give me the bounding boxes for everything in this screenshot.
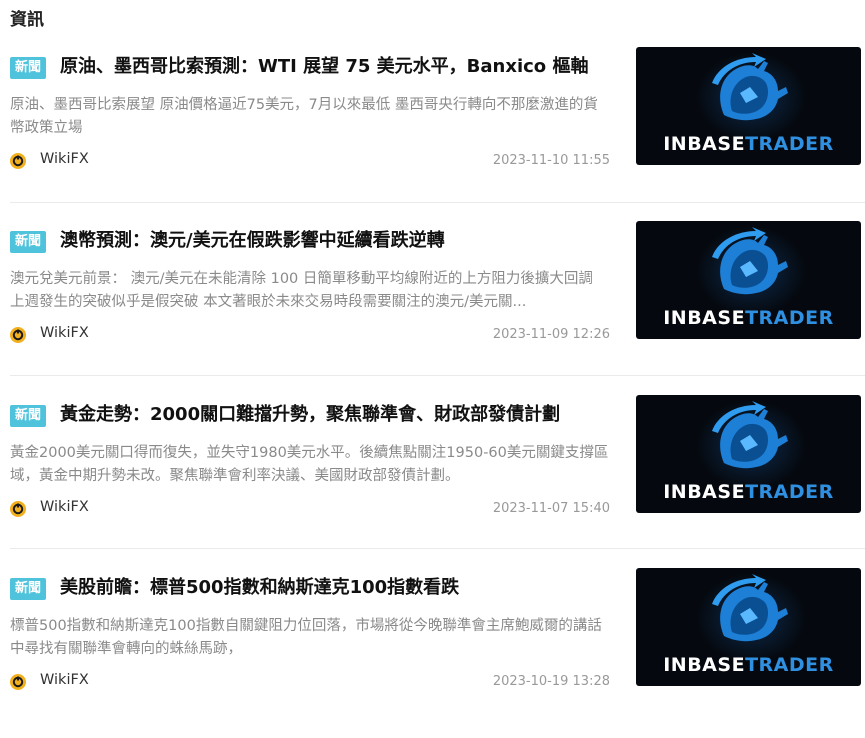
publish-date: 2023-11-09 12:26 [492, 327, 610, 342]
publish-date: 2023-11-10 11:55 [492, 153, 610, 168]
article-item[interactable]: 新聞 美股前瞻：標普500指數和納斯達克100指數看跌 標普500指數和納斯達克… [0, 568, 865, 738]
article-title[interactable]: 澳幣預測：澳元/美元在假跌影響中延續看跌逆轉 [60, 228, 630, 254]
article-divider [10, 375, 865, 376]
news-tag: 新聞 [10, 578, 47, 600]
article-thumbnail[interactable]: INBASETRADER [636, 47, 861, 165]
article-item[interactable]: 新聞 黃金走勢：2000關口難擋升勢，聚焦聯準會、財政部發債計劃 黃金2000美… [0, 395, 865, 565]
bull-logo-icon [712, 227, 788, 295]
article-title[interactable]: 黃金走勢：2000關口難擋升勢，聚焦聯準會、財政部發債計劃 [60, 402, 630, 428]
section-title: 資訊 [10, 10, 44, 30]
news-tag: 新聞 [10, 405, 47, 427]
source-name[interactable]: WikiFX [40, 151, 89, 167]
wikifx-source-icon [10, 501, 26, 517]
brand-part-1: INBASE [663, 307, 746, 329]
article-title[interactable]: 美股前瞻：標普500指數和納斯達克100指數看跌 [60, 575, 630, 601]
article-thumbnail[interactable]: INBASETRADER [636, 221, 861, 339]
brand-part-2: TRADER [745, 481, 834, 503]
bull-logo-icon [712, 401, 788, 469]
brand-part-1: INBASE [663, 481, 746, 503]
brand-part-2: TRADER [745, 654, 834, 676]
article-item[interactable]: 新聞 澳幣預測：澳元/美元在假跌影響中延續看跌逆轉 澳元兌美元前景： 澳元/美元… [0, 221, 865, 391]
source-name[interactable]: WikiFX [40, 325, 89, 341]
article-divider [10, 202, 865, 203]
article-summary: 標普500指數和納斯達克100指數自關鍵阻力位回落，市場將從今晚聯準會主席鮑威爾… [10, 618, 602, 657]
thumbnail-brand-text: INBASETRADER [636, 654, 861, 676]
article-title[interactable]: 原油、墨西哥比索預測：WTI 展望 75 美元水平，Banxico 樞軸 [60, 54, 630, 80]
thumbnail-brand-text: INBASETRADER [636, 481, 861, 503]
thumbnail-brand-text: INBASETRADER [636, 307, 861, 329]
bull-logo-icon [712, 53, 788, 121]
article-divider [10, 548, 865, 549]
article-summary: 原油、墨西哥比索展望 原油價格逼近75美元，7月以來最低 墨西哥央行轉向不那麼激… [10, 97, 598, 136]
publish-date: 2023-11-07 15:40 [492, 501, 610, 516]
bull-logo-icon [712, 574, 788, 642]
article-thumbnail[interactable]: INBASETRADER [636, 568, 861, 686]
news-tag: 新聞 [10, 231, 47, 253]
article-summary: 澳元兌美元前景： 澳元/美元在未能清除 100 日簡單移動平均線附近的上方阻力後… [10, 271, 593, 310]
wikifx-source-icon [10, 674, 26, 690]
article-item[interactable]: 新聞 原油、墨西哥比索預測：WTI 展望 75 美元水平，Banxico 樞軸 … [0, 47, 865, 217]
wikifx-source-icon [10, 327, 26, 343]
article-thumbnail[interactable]: INBASETRADER [636, 395, 861, 513]
news-tag: 新聞 [10, 57, 47, 79]
brand-part-2: TRADER [745, 133, 834, 155]
thumbnail-brand-text: INBASETRADER [636, 133, 861, 155]
brand-part-1: INBASE [663, 654, 746, 676]
brand-part-1: INBASE [663, 133, 746, 155]
publish-date: 2023-10-19 13:28 [492, 674, 610, 689]
source-name[interactable]: WikiFX [40, 672, 89, 688]
article-summary: 黃金2000美元關口得而復失，並失守1980美元水平。後續焦點關注1950-60… [10, 445, 609, 484]
brand-part-2: TRADER [745, 307, 834, 329]
wikifx-source-icon [10, 153, 26, 169]
source-name[interactable]: WikiFX [40, 499, 89, 515]
